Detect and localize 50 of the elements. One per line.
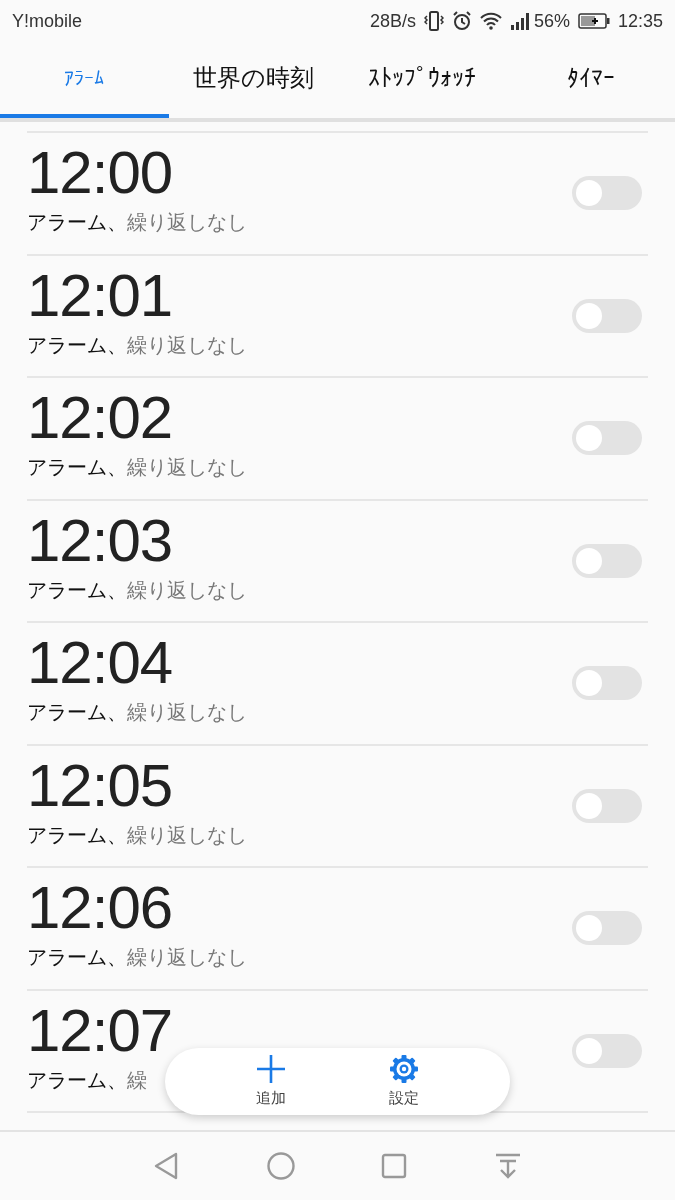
alarm-label: アラーム、	[27, 454, 127, 482]
alarm-label: アラーム、	[27, 209, 127, 237]
repeat-text: 繰り返しなし	[127, 331, 247, 359]
alarm-label: アラーム、	[27, 944, 127, 972]
repeat-text: 繰り返しなし	[127, 454, 247, 482]
vibrate-icon	[423, 10, 444, 32]
settings-icon	[387, 1053, 420, 1086]
repeat-text: 繰り返しなし	[127, 209, 247, 237]
alarm-time: 12:04	[27, 633, 174, 694]
repeat-text: 繰り返しなし	[127, 699, 247, 727]
alarm-toggle[interactable]	[572, 298, 642, 333]
alarm-toggle[interactable]	[572, 1033, 642, 1068]
tab[interactable]: ｽﾄｯﾌﾟｳｫｯﾁ	[337, 42, 507, 118]
alarm-label: アラーム、	[27, 331, 127, 359]
alarm-time: 12:02	[27, 388, 174, 449]
battery-level: 56%	[533, 9, 570, 33]
alarm-label: アラーム、	[27, 576, 127, 604]
alarm-time: 12:01	[27, 265, 174, 326]
alarm-time: 12:05	[27, 755, 174, 816]
alarm-toggle[interactable]	[572, 788, 642, 823]
alarm-toggle[interactable]	[572, 666, 642, 701]
tab[interactable]: ﾀｲﾏｰ	[506, 42, 675, 118]
add-button[interactable]: 追加	[255, 1053, 288, 1110]
repeat-text: 繰	[127, 1066, 147, 1094]
wifi-icon	[479, 12, 502, 30]
repeat-text: 繰り返しなし	[127, 821, 247, 849]
alarm-toggle[interactable]	[572, 421, 642, 456]
alarm-time: 12:07	[27, 1000, 173, 1061]
carrier-name: Y!mobile	[12, 9, 83, 33]
battery-icon	[577, 13, 610, 29]
alarm-label: アラーム、	[27, 699, 127, 727]
home-icon[interactable]	[265, 1151, 296, 1181]
alarm-toggle[interactable]	[572, 176, 642, 211]
tab[interactable]: 世界の時刻	[168, 42, 338, 118]
alarm-icon	[451, 11, 472, 31]
alarm-label: アラーム、	[27, 821, 127, 849]
network-speed: 28B/s	[369, 9, 416, 33]
alarm-time: 12:03	[27, 510, 174, 571]
alarm-label: アラーム、	[27, 1066, 127, 1094]
signal-icon	[509, 12, 530, 30]
alarm-toggle[interactable]	[572, 911, 642, 946]
plus-icon	[255, 1053, 288, 1086]
settings-button[interactable]: 設定	[387, 1053, 420, 1110]
repeat-text: 繰り返しなし	[127, 944, 247, 972]
alarm-time: 12:00	[27, 143, 174, 204]
alarm-toggle[interactable]	[572, 543, 642, 578]
tab[interactable]: ｱﾗｰﾑ	[0, 42, 169, 118]
clock-time: 12:35	[617, 9, 663, 33]
alarm-time: 12:06	[27, 878, 174, 939]
repeat-text: 繰り返しなし	[127, 576, 247, 604]
